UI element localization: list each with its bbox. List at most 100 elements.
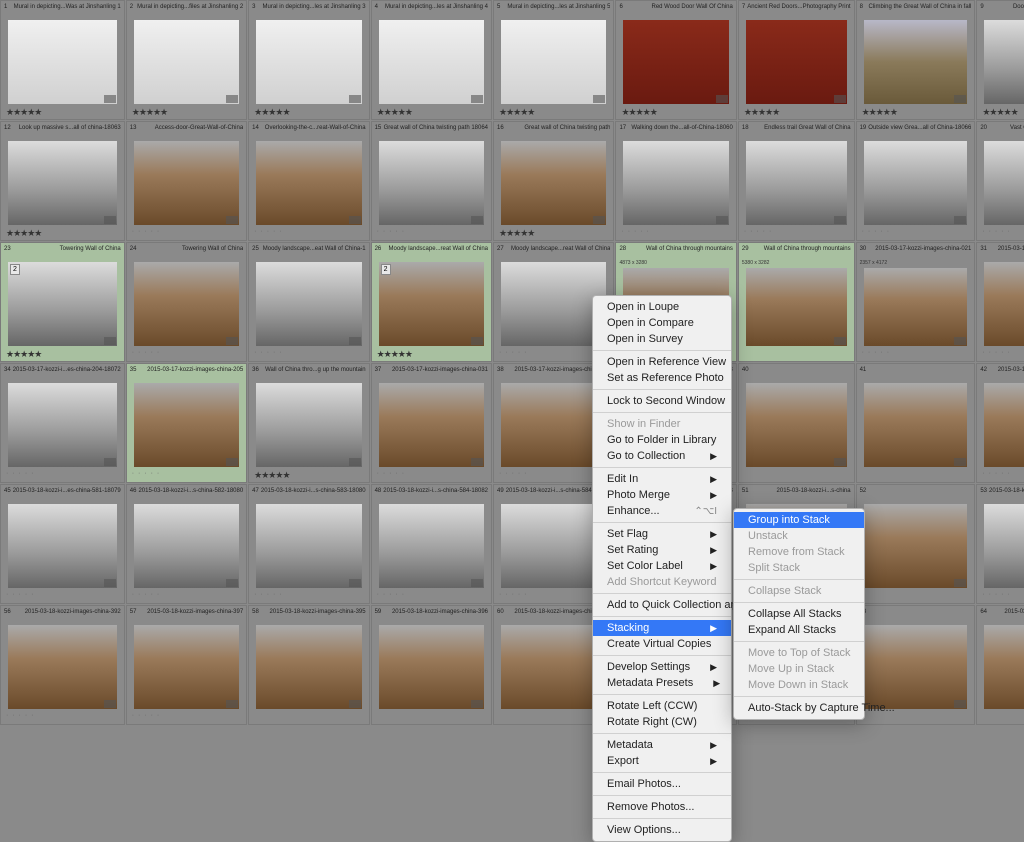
menu-item[interactable]: Set as Reference Photo <box>593 370 731 386</box>
thumbnail-image[interactable] <box>8 20 117 104</box>
rating[interactable]: ★★★★★ <box>858 106 974 118</box>
thumbnail-image[interactable] <box>501 20 606 104</box>
rating[interactable]: · · · · · <box>128 348 245 360</box>
menu-item[interactable]: Set Color Label▶ <box>593 558 731 574</box>
rating[interactable]: ★★★★★ <box>373 106 490 118</box>
menu-item[interactable]: Go to Folder in Library <box>593 432 731 448</box>
thumbnail-cell[interactable]: 572015-03-18-kozzi-images-china-397· · ·… <box>126 605 247 725</box>
thumbnail-cell[interactable]: 15Great wall of China twisting path 1806… <box>371 121 492 241</box>
rating[interactable]: ★★★★★ <box>2 106 123 118</box>
rating[interactable] <box>978 711 1024 723</box>
thumbnail-cell[interactable]: 41 <box>856 363 976 483</box>
thumbnail-image[interactable] <box>134 504 239 588</box>
menu-item[interactable]: Export▶ <box>593 753 731 769</box>
thumbnail-cell[interactable]: 36Wall of China thro...g up the mountain… <box>248 363 369 483</box>
thumbnail-image[interactable] <box>746 383 847 467</box>
rating[interactable] <box>740 469 853 481</box>
menu-item[interactable]: Open in Loupe <box>593 299 731 315</box>
rating[interactable]: · · · · · <box>978 348 1024 360</box>
thumbnail-cell[interactable]: 14Overlooking-the-c...reat-Wall-of-China… <box>248 121 369 241</box>
rating[interactable]: ★★★★★ <box>978 106 1024 118</box>
thumbnail-cell[interactable]: 8Climbing the Great Wall of China in fal… <box>856 0 976 120</box>
thumbnail-cell[interactable]: 7Ancient Red Doors...Photography Print★★… <box>738 0 855 120</box>
rating[interactable]: · · · · · <box>617 227 734 239</box>
menu-item[interactable]: Set Flag▶ <box>593 526 731 542</box>
rating[interactable]: · · · · · <box>128 590 245 602</box>
thumbnail-image[interactable] <box>8 141 117 225</box>
thumbnail-cell[interactable]: 342015-03-17-kozzi-i...es-china-204-1807… <box>0 363 125 483</box>
rating[interactable] <box>858 469 974 481</box>
thumbnail-image[interactable] <box>984 383 1024 467</box>
rating[interactable]: · · · · · <box>128 469 245 481</box>
rating[interactable]: · · · · · <box>978 590 1024 602</box>
thumbnail-image[interactable] <box>134 383 239 467</box>
rating[interactable]: · · · · · <box>978 469 1024 481</box>
rating[interactable]: · · · · · <box>373 590 490 602</box>
thumbnail-cell[interactable]: 29Wall of China through mountains5380 x … <box>738 242 855 362</box>
thumbnail-cell[interactable]: 12Look up massive s...all of china-18063… <box>0 121 125 241</box>
menu-item[interactable]: Open in Survey <box>593 331 731 347</box>
thumbnail-cell[interactable]: 19Outside view Grea...all of China-18066… <box>856 121 976 241</box>
thumbnail-cell[interactable]: 26Moody landscape...reat Wall of China2★… <box>371 242 492 362</box>
rating[interactable]: · · · · · <box>250 227 367 239</box>
menu-item[interactable]: Metadata▶ <box>593 737 731 753</box>
rating[interactable]: · · · · · <box>128 227 245 239</box>
thumbnail-image[interactable] <box>984 20 1024 104</box>
thumbnail-cell[interactable]: 1Mural in depicting...Was at Jinshanling… <box>0 0 125 120</box>
thumbnail-cell[interactable]: 17Walking down the...all-of-China-18060·… <box>615 121 736 241</box>
menu-item[interactable]: Expand All Stacks <box>734 622 864 638</box>
rating[interactable]: · · · · · <box>858 227 974 239</box>
thumbnail-cell[interactable]: 302015-03-17-kozzi-images-china-0212357 … <box>856 242 976 362</box>
menu-item[interactable]: Open in Compare <box>593 315 731 331</box>
menu-item[interactable]: Rotate Right (CW) <box>593 714 731 730</box>
menu-item[interactable]: Open in Reference View <box>593 354 731 370</box>
thumbnail-image[interactable] <box>746 268 847 346</box>
thumbnail-image[interactable] <box>256 20 361 104</box>
thumbnail-image[interactable] <box>379 504 484 588</box>
thumbnail-image[interactable]: 2 <box>8 262 117 346</box>
rating[interactable]: · · · · · <box>373 227 490 239</box>
thumbnail-cell[interactable]: 372015-03-17-kozzi-images-china-031· · ·… <box>371 363 492 483</box>
thumbnail-cell[interactable]: 472015-03-18-kozzi-i...s-china-583-18080… <box>248 484 369 604</box>
rating[interactable]: · · · · · <box>858 348 974 360</box>
thumbnail-image[interactable] <box>8 383 117 467</box>
menu-item[interactable]: Set Rating▶ <box>593 542 731 558</box>
thumbnail-image[interactable] <box>864 383 968 467</box>
rating[interactable]: ★★★★★ <box>2 227 123 239</box>
thumbnail-image[interactable] <box>256 262 361 346</box>
thumbnail-image[interactable] <box>379 383 484 467</box>
thumbnail-image[interactable] <box>864 625 968 709</box>
thumbnail-grid[interactable]: 1Mural in depicting...Was at Jinshanling… <box>0 0 1024 725</box>
thumbnail-cell[interactable]: 582015-03-18-kozzi-images-china-395 <box>248 605 369 725</box>
thumbnail-cell[interactable]: 13Access-door-Great-Wall-of-China· · · ·… <box>126 121 247 241</box>
thumbnail-image[interactable] <box>256 504 361 588</box>
thumbnail-cell[interactable]: 5Mural in depicting...les at Jinshanling… <box>493 0 614 120</box>
menu-item[interactable]: Metadata Presets▶ <box>593 675 731 691</box>
thumbnail-cell[interactable]: 16Great wall of China twisting path★★★★★ <box>493 121 614 241</box>
rating[interactable] <box>858 590 974 602</box>
thumbnail-cell[interactable]: 18Endless trail Great Wall of China· · ·… <box>738 121 855 241</box>
thumbnail-cell[interactable]: 592015-03-18-kozzi-images-china-396 <box>371 605 492 725</box>
thumbnail-cell[interactable]: 562015-03-18-kozzi-images-china-392· · ·… <box>0 605 125 725</box>
menu-item[interactable]: Auto-Stack by Capture Time... <box>734 700 864 716</box>
thumbnail-cell[interactable]: 25Moody landscape...eat Wall of China-1·… <box>248 242 369 362</box>
thumbnail-image[interactable] <box>8 504 117 588</box>
menu-item[interactable]: Rotate Left (CCW) <box>593 698 731 714</box>
thumbnail-cell[interactable]: 52 <box>856 484 976 604</box>
rating[interactable]: · · · · · <box>2 711 123 723</box>
thumbnail-image[interactable] <box>379 141 484 225</box>
menu-item[interactable]: Stacking▶ <box>593 620 731 636</box>
thumbnail-image[interactable] <box>134 141 239 225</box>
thumbnail-image[interactable] <box>256 141 361 225</box>
thumbnail-image[interactable] <box>134 262 239 346</box>
context-menu-stacking[interactable]: Group into StackUnstackRemove from Stack… <box>733 508 865 720</box>
menu-item[interactable]: Edit In▶ <box>593 471 731 487</box>
menu-item[interactable]: Remove Photos... <box>593 799 731 815</box>
menu-item[interactable]: Email Photos... <box>593 776 731 792</box>
rating[interactable] <box>250 711 367 723</box>
thumbnail-cell[interactable]: 2Mural in depicting...files at Jinshanli… <box>126 0 247 120</box>
rating[interactable]: · · · · · <box>373 469 490 481</box>
thumbnail-image[interactable] <box>501 383 606 467</box>
rating[interactable] <box>373 711 490 723</box>
menu-item[interactable]: Collapse All Stacks <box>734 606 864 622</box>
